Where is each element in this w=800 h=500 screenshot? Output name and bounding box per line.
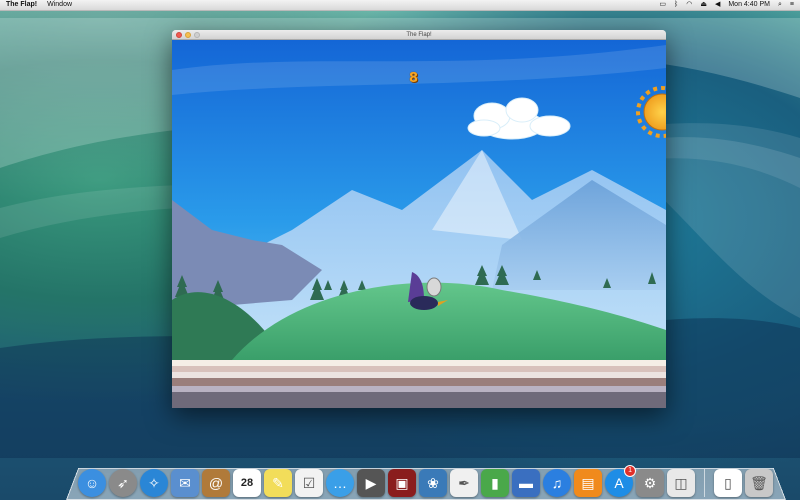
dock-item-safari[interactable]: ✧ [140, 469, 168, 497]
menu-list-icon[interactable]: ≡ [790, 0, 794, 10]
camera-icon: ▶ [365, 474, 377, 491]
ground-band-1 [172, 366, 666, 372]
game-canvas[interactable] [172, 40, 666, 408]
dock-item-contacts[interactable]: @ [202, 469, 230, 497]
compass-icon: ✧ [148, 474, 160, 491]
photo-booth-icon: ▣ [395, 474, 409, 491]
dock-item-keynote-pages[interactable]: ✒ [450, 469, 478, 497]
bluetooth-icon[interactable]: ᛒ [674, 0, 678, 10]
status-area: ▭ ᛒ ◠ ⏏ ◀ Mon 4:40 PM ⌕ ≡ [659, 0, 794, 10]
dock-item-reminders[interactable]: ☑ [295, 469, 323, 497]
dock-item-photo-booth[interactable]: ▣ [388, 469, 416, 497]
game-window: The Flap! 8 [172, 30, 666, 408]
ground-band-4 [172, 386, 666, 392]
dock-item-notes[interactable]: ✎ [264, 469, 292, 497]
lectern-icon: ▬ [519, 475, 533, 491]
volume-icon[interactable]: ◀ [715, 0, 720, 10]
dock-item-itunes[interactable]: ♫ [543, 469, 571, 497]
dock-badge: 1 [624, 465, 636, 477]
window-title: The Flap! [406, 32, 432, 38]
dock-item-finder[interactable]: ☺ [78, 469, 106, 497]
chat-bubbles-icon: … [333, 475, 347, 491]
menu-window[interactable]: Window [47, 0, 72, 10]
dock-item-iphoto[interactable]: ❀ [419, 469, 447, 497]
ground-top [172, 360, 666, 366]
ground-band-3 [172, 378, 666, 386]
ground-bottom [172, 392, 666, 408]
book-icon: ▤ [581, 474, 595, 491]
ground-band-2 [172, 372, 666, 378]
dock-item-system-preferences[interactable]: ⚙ [636, 469, 664, 497]
dock-item-document[interactable]: ▯ [714, 469, 742, 497]
reminders-icon: ☑ [302, 474, 316, 491]
bar-chart-icon: ▮ [491, 474, 499, 491]
dock-separator [704, 469, 705, 497]
menu-app-name[interactable]: The Flap! [6, 0, 37, 10]
dock-item-ibooks[interactable]: ▤ [574, 469, 602, 497]
score-display: 8 [409, 71, 419, 86]
dock-item-keynote[interactable]: ▬ [512, 469, 540, 497]
app-store-icon: A [614, 475, 624, 491]
notes-icon: ✎ [272, 474, 284, 491]
eject-icon[interactable]: ⏏ [700, 0, 707, 10]
document-icon: ▯ [724, 474, 732, 491]
dock-item-facetime[interactable]: ▶ [357, 469, 385, 497]
rocket-icon: ➶ [117, 474, 129, 491]
calendar-icon: 28 [240, 477, 254, 489]
pen-icon: ✒ [458, 474, 470, 491]
dock-item-preview[interactable]: ◫ [667, 469, 695, 497]
dock-item-app-store[interactable]: A1 [605, 465, 636, 497]
dock-item-numbers[interactable]: ▮ [481, 469, 509, 497]
window-titlebar[interactable]: The Flap! [172, 30, 666, 40]
preview-icon: ◫ [674, 474, 688, 491]
dock: ☺ ➶ ✧ ✉ @28 ✎ ☑ … ▶ ▣ ❀ ✒ ▮ ▬ ♫ ▤ A 1 ⚙ ◫ ▯ 🗑 [78, 461, 778, 497]
wifi-icon[interactable]: ◠ [686, 0, 692, 10]
menu-bar: The Flap! Window ▭ ᛒ ◠ ⏏ ◀ Mon 4:40 PM ⌕… [0, 0, 800, 11]
dock-item-trash[interactable]: 🗑 [745, 469, 773, 497]
gear-icon: ⚙ [643, 474, 657, 491]
address-book-icon: @ [208, 475, 224, 491]
clock[interactable]: Mon 4:40 PM [728, 0, 770, 10]
search-icon[interactable]: ⌕ [778, 0, 782, 10]
stamp-icon: ✉ [179, 474, 191, 491]
dock-item-launchpad[interactable]: ➶ [109, 469, 137, 497]
photos-icon: ❀ [427, 474, 439, 491]
airplay-icon[interactable]: ▭ [659, 0, 666, 10]
trash-icon: 🗑 [750, 474, 768, 491]
music-note-icon: ♫ [551, 475, 563, 491]
dock-item-mail[interactable]: ✉ [171, 469, 199, 497]
finder-icon: ☺ [84, 475, 100, 491]
dock-item-calendar[interactable]: 28 [233, 469, 261, 497]
dock-item-messages[interactable]: … [326, 469, 354, 497]
